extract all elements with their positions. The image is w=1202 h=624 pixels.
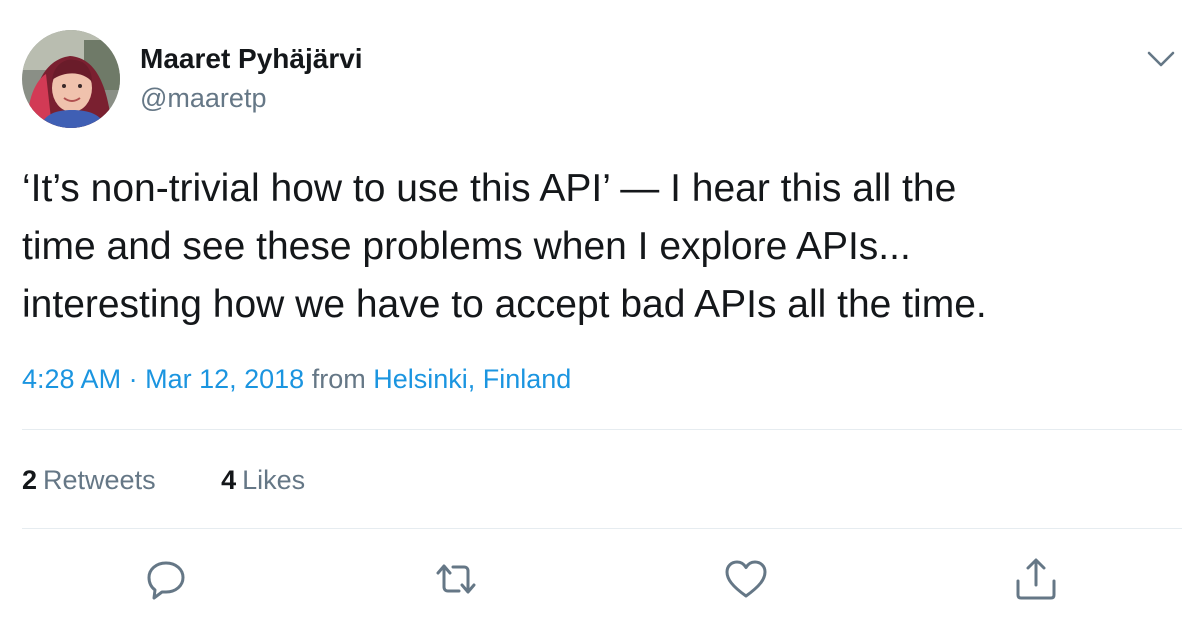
speech-bubble-icon [147, 561, 185, 600]
retweet-button[interactable] [432, 555, 480, 603]
tweet-text-line: ‘It’s non-trivial how to use this API’ —… [22, 167, 957, 210]
share-button[interactable] [1012, 555, 1060, 603]
location-link[interactable]: Helsinki, Finland [373, 364, 571, 394]
from-label: from [311, 364, 366, 394]
retweets-label: Retweets [43, 465, 156, 495]
author-handle[interactable]: @maaretp [140, 82, 266, 114]
avatar[interactable] [22, 30, 120, 128]
likes-label: Likes [242, 465, 306, 495]
divider [22, 528, 1182, 529]
chevron-down-icon[interactable] [1144, 44, 1178, 74]
reply-button[interactable] [142, 555, 190, 603]
tweet-timestamp-link[interactable]: 4:28 AM · Mar 12, 2018 [22, 364, 304, 394]
likes-count: 4 [221, 465, 237, 495]
divider [22, 429, 1182, 430]
retweets-stat[interactable]: 2 Retweets [22, 463, 156, 497]
tweet-text-line: time and see these problems when I explo… [22, 225, 911, 268]
tweet-text: ‘It’s non-trivial how to use this API’ —… [22, 160, 1182, 334]
tweet-text-line: interesting how we have to accept bad AP… [22, 283, 987, 326]
tweet-date: Mar 12, 2018 [145, 364, 305, 394]
tweet-time: 4:28 AM [22, 364, 122, 394]
likes-stat[interactable]: 4 Likes [221, 463, 305, 497]
retweet-arrows-icon [436, 564, 476, 594]
retweets-count: 2 [22, 465, 38, 495]
heart-icon [725, 560, 767, 598]
tweet-stats: 2 Retweets 4 Likes [22, 463, 305, 497]
profile-photo-icon [22, 30, 120, 128]
author-display-name[interactable]: Maaret Pyhäjärvi [140, 42, 363, 76]
meta-separator: · [128, 364, 138, 394]
like-button[interactable] [722, 555, 770, 603]
share-upload-icon [1016, 558, 1056, 600]
tweet-metadata: 4:28 AM · Mar 12, 2018 from Helsinki, Fi… [22, 362, 571, 396]
